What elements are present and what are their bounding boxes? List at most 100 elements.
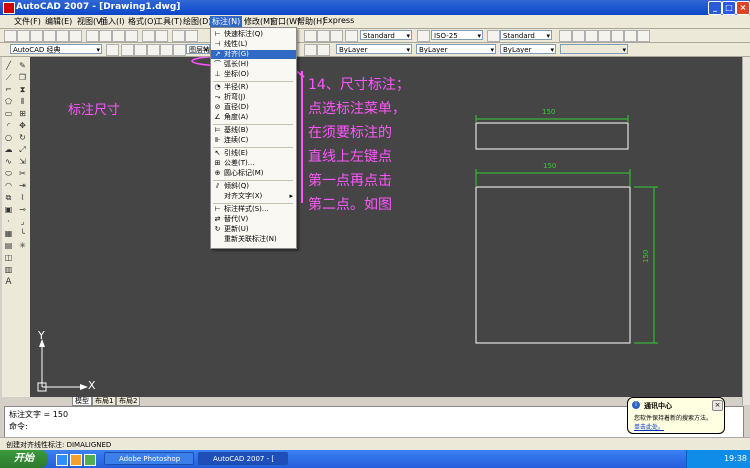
menu-item[interactable]: ⊨ 基线(B) xyxy=(211,126,296,135)
workspace-select[interactable]: AutoCAD 经典 xyxy=(10,44,102,54)
menu-item[interactable]: ⊪ 连续(C) xyxy=(211,136,296,145)
layer-previous-icon[interactable] xyxy=(317,44,330,56)
close-button[interactable]: × xyxy=(736,1,750,15)
task-photoshop[interactable]: Adobe Photoshop xyxy=(104,452,194,465)
preview-icon[interactable] xyxy=(56,30,69,42)
menu-tools[interactable]: 工具(T) xyxy=(155,16,182,27)
maximize-button[interactable]: □ xyxy=(722,1,736,15)
layer-freeze-icon[interactable] xyxy=(147,44,160,56)
quick-launch-icon[interactable] xyxy=(56,454,68,466)
polyline-icon[interactable]: ⌐ xyxy=(3,85,14,95)
design-center-icon[interactable] xyxy=(317,30,330,42)
chamfer-icon[interactable]: ⌟ xyxy=(17,217,28,227)
menu-file[interactable]: 文件(F) xyxy=(14,16,41,27)
menu-modify[interactable]: 修改(M) xyxy=(244,16,273,27)
dim-style-select[interactable]: ISO-25 xyxy=(431,30,483,40)
pan-icon[interactable] xyxy=(172,30,185,42)
paste-icon[interactable] xyxy=(112,30,125,42)
command-prompt[interactable]: 命令: xyxy=(9,421,28,432)
layer-on-icon[interactable] xyxy=(134,44,147,56)
line-icon[interactable]: ╱ xyxy=(3,61,14,71)
menu-item[interactable]: ↖ 引线(E) xyxy=(211,149,296,158)
properties-icon[interactable] xyxy=(304,30,317,42)
justify-text-icon[interactable] xyxy=(637,30,650,42)
circle-icon[interactable]: ○ xyxy=(3,133,14,143)
zoom-icon[interactable] xyxy=(185,30,198,42)
explode-icon[interactable]: ✳ xyxy=(17,241,28,251)
menu-item[interactable]: ⊘ 直径(D) xyxy=(211,103,296,112)
menu-window[interactable]: 窗口(W) xyxy=(270,16,300,27)
new-icon[interactable] xyxy=(4,30,17,42)
save-icon[interactable] xyxy=(30,30,43,42)
break-icon[interactable]: ⌇ xyxy=(17,193,28,203)
drawing-canvas[interactable]: 标注尺寸 14、尺寸标注； 点选标注菜单， 在须要标注的 直线上左键点 第一点再… xyxy=(30,57,742,397)
table-icon[interactable]: ▥ xyxy=(3,265,14,275)
revision-cloud-icon[interactable]: ☁ xyxy=(3,145,14,155)
close-icon[interactable]: × xyxy=(712,400,723,411)
ellipse-icon[interactable]: ⬭ xyxy=(3,169,14,179)
menu-item[interactable]: ↻ 更新(U) xyxy=(211,225,296,234)
make-current-layer-icon[interactable] xyxy=(304,44,317,56)
multiline-text-icon[interactable] xyxy=(559,30,572,42)
table-style-icon[interactable] xyxy=(487,30,500,42)
menu-item[interactable]: 重新关联标注(N) xyxy=(211,235,296,244)
single-text-icon[interactable] xyxy=(572,30,585,42)
copy-object-icon[interactable]: ❐ xyxy=(17,73,28,83)
menu-item[interactable]: ⌒ 弧长(H) xyxy=(211,60,296,69)
construction-line-icon[interactable]: ⟋ xyxy=(3,73,14,83)
trim-icon[interactable]: ✂ xyxy=(17,169,28,179)
match-properties-icon[interactable] xyxy=(125,30,138,42)
menu-draw[interactable]: 绘图(D) xyxy=(183,16,211,27)
insert-block-icon[interactable]: ⧉ xyxy=(3,193,14,203)
move-icon[interactable]: ✥ xyxy=(17,121,28,131)
layer-manager-icon[interactable] xyxy=(121,44,134,56)
point-icon[interactable]: · xyxy=(3,217,14,227)
layer-color-icon[interactable] xyxy=(173,44,186,56)
extend-icon[interactable]: ⇥ xyxy=(17,181,28,191)
ellipse-arc-icon[interactable]: ◠ xyxy=(3,181,14,191)
join-icon[interactable]: ⊸ xyxy=(17,205,28,215)
scale-icon[interactable]: ⤢ xyxy=(17,145,28,155)
spell-check-icon[interactable] xyxy=(611,30,624,42)
copy-icon[interactable] xyxy=(99,30,112,42)
text-edit-icon[interactable] xyxy=(585,30,598,42)
menu-item[interactable]: ⇄ 替代(V) xyxy=(211,215,296,224)
dim-style-icon[interactable] xyxy=(417,30,430,42)
vertical-scrollbar[interactable] xyxy=(742,57,750,405)
lineweight-select[interactable]: ByLayer xyxy=(500,44,556,54)
plot-icon[interactable] xyxy=(43,30,56,42)
menu-item[interactable]: ↗ 对齐(G) xyxy=(211,50,296,59)
menu-item[interactable]: ◔ 半径(R) xyxy=(211,83,296,92)
tool-palettes-icon[interactable] xyxy=(330,30,343,42)
cut-icon[interactable] xyxy=(86,30,99,42)
spline-icon[interactable]: ∿ xyxy=(3,157,14,167)
region-icon[interactable]: ◫ xyxy=(3,253,14,263)
menu-edit[interactable]: 编辑(E) xyxy=(45,16,72,27)
tab-model[interactable]: 模型 xyxy=(72,397,92,406)
find-icon[interactable] xyxy=(598,30,611,42)
menu-item[interactable]: ⊣ 线性(L) xyxy=(211,40,296,49)
array-icon[interactable]: ⊞ xyxy=(17,109,28,119)
task-autocad[interactable]: AutoCAD 2007 - [ xyxy=(198,452,288,465)
menu-dimension[interactable]: 标注(N) xyxy=(210,16,243,27)
menu-help[interactable]: 帮助(H) xyxy=(297,16,325,27)
text-style-select[interactable]: Standard xyxy=(360,30,412,40)
stretch-icon[interactable]: ⇲ xyxy=(17,157,28,167)
menu-item[interactable]: ⊢ 快速标注(Q) xyxy=(211,30,296,39)
quick-launch-icon[interactable] xyxy=(84,454,96,466)
menu-item[interactable]: ⤳ 折弯(J) xyxy=(211,93,296,102)
menu-item[interactable]: ⊕ 圆心标记(M) xyxy=(211,169,296,178)
tab-layout1[interactable]: 布局1 xyxy=(92,397,117,406)
mirror-icon[interactable]: ⧗ xyxy=(17,85,28,95)
table-style-select[interactable]: Standard xyxy=(500,30,552,40)
tab-layout2[interactable]: 布局2 xyxy=(116,397,141,406)
color-select[interactable]: ByLayer xyxy=(336,44,412,54)
quick-launch-icon[interactable] xyxy=(70,454,82,466)
offset-icon[interactable]: ⫴ xyxy=(17,97,28,107)
start-button[interactable]: 开始 xyxy=(0,450,48,468)
menu-item[interactable]: ⊞ 公差(T)... xyxy=(211,159,296,168)
text-style-icon[interactable] xyxy=(345,30,358,42)
redo-icon[interactable] xyxy=(155,30,168,42)
autocad-app-icon[interactable] xyxy=(3,2,15,14)
linetype-select[interactable]: ByLayer xyxy=(416,44,496,54)
